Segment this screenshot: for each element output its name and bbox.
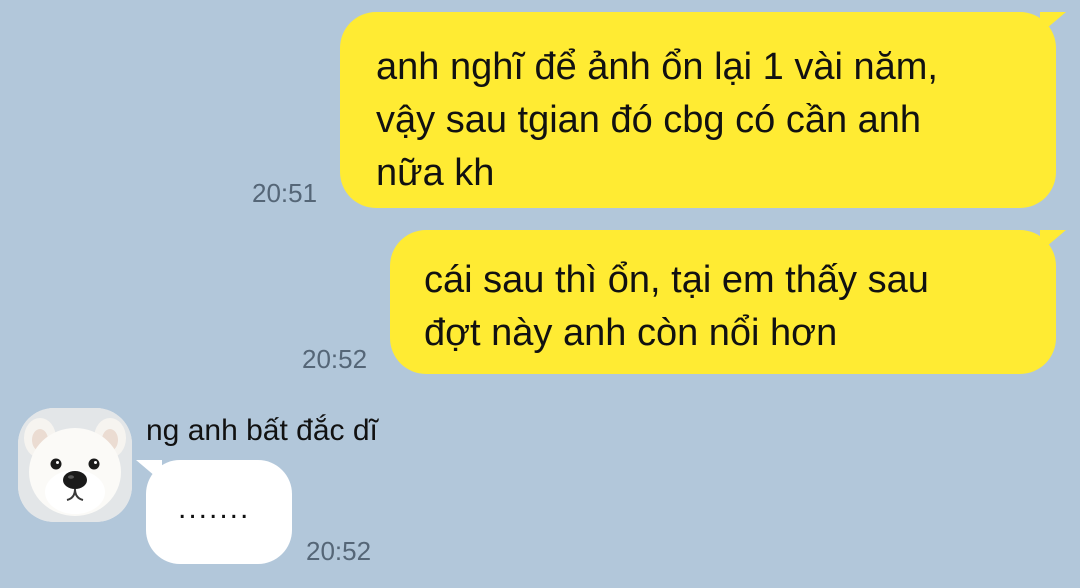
message-timestamp: 20:51 <box>252 178 318 208</box>
message-timestamp: 20:52 <box>306 536 372 566</box>
message-text: ....... <box>178 492 251 525</box>
message-text: anh nghĩ để ảnh ổn lại 1 vài năm, vậy sa… <box>376 46 938 194</box>
message-text: cái sau thì ổn, tại em thấy sau đợt này … <box>424 259 929 354</box>
bubble-tail <box>1040 230 1066 252</box>
message-bubble-incoming[interactable]: ....... <box>136 460 292 564</box>
bubble-tail <box>1040 12 1066 34</box>
bubble-tail <box>136 460 162 482</box>
sender-name: ng anh bất đắc dĩ <box>146 414 378 447</box>
message-bubble-outgoing[interactable]: anh nghĩ để ảnh ổn lại 1 vài năm, vậy sa… <box>340 12 1066 208</box>
samoyed-dog-avatar-icon <box>18 408 132 522</box>
message-timestamp: 20:52 <box>302 344 368 374</box>
sender-avatar[interactable] <box>18 408 132 522</box>
chat-view[interactable]: anh nghĩ để ảnh ổn lại 1 vài năm, vậy sa… <box>0 0 1080 588</box>
message-bubble-outgoing[interactable]: cái sau thì ổn, tại em thấy sau đợt này … <box>390 230 1066 374</box>
